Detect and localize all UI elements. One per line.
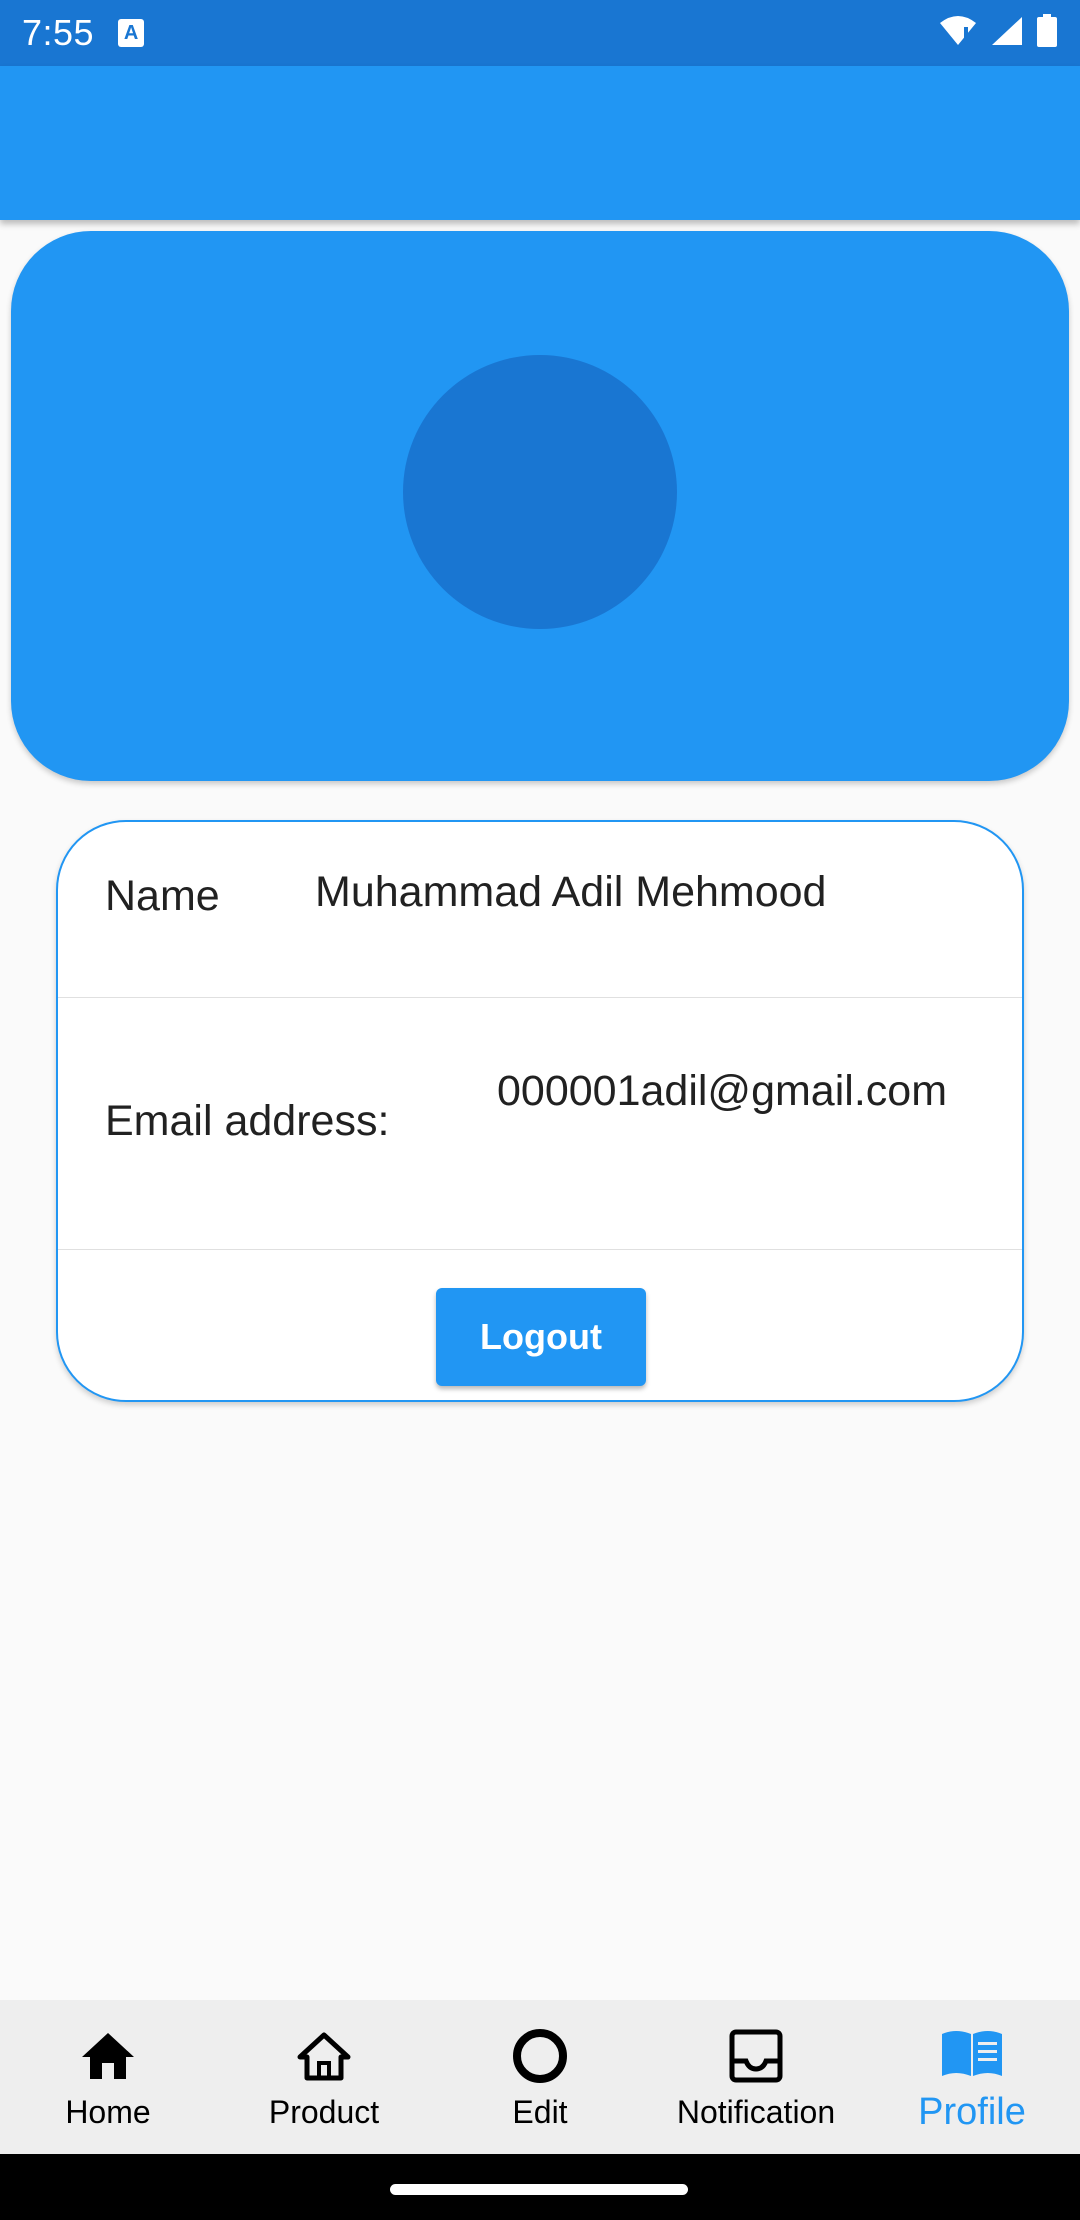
logout-button[interactable]: Logout (436, 1288, 646, 1386)
profile-header (11, 231, 1069, 781)
name-value: Muhammad Adil Mehmood (315, 868, 827, 916)
system-nav-bar (0, 2154, 1080, 2220)
notification-a-icon: A (118, 19, 145, 47)
circle-icon (508, 2024, 572, 2088)
wifi-icon (938, 15, 978, 52)
book-icon (940, 2021, 1004, 2085)
nav-item-profile[interactable]: Profile (864, 2000, 1080, 2154)
email-label: Email address: (105, 1097, 390, 1145)
battery-icon (1036, 13, 1058, 53)
email-row: Email address: 000001adil@gmail.com (58, 997, 1022, 1250)
nav-item-edit[interactable]: Edit (432, 2000, 648, 2154)
email-value: 000001adil@gmail.com (497, 1067, 948, 1115)
bottom-nav: Home Product Edit Notification Profile (0, 2000, 1080, 2154)
home-outline-icon (292, 2024, 356, 2088)
nav-label-product: Product (268, 2093, 380, 2130)
nav-label-notification: Notification (676, 2093, 836, 2130)
nav-label-profile: Profile (918, 2090, 1026, 2133)
status-time: 7:55 (22, 12, 95, 53)
home-filled-icon (76, 2024, 140, 2088)
profile-info-card: Name Muhammad Adil Mehmood Email address… (56, 820, 1024, 1402)
inbox-icon (724, 2024, 788, 2088)
nav-label-home: Home (65, 2093, 151, 2130)
nav-item-home[interactable]: Home (0, 2000, 216, 2154)
home-indicator[interactable] (390, 2184, 688, 2195)
avatar[interactable] (403, 355, 677, 629)
name-label: Name (105, 872, 220, 920)
status-bar: 7:55 A (0, 0, 1080, 66)
nav-label-edit: Edit (512, 2093, 568, 2130)
nav-item-product[interactable]: Product (216, 2000, 432, 2154)
nav-item-notification[interactable]: Notification (648, 2000, 864, 2154)
signal-icon (990, 15, 1024, 52)
app-bar (0, 66, 1080, 220)
name-row: Name Muhammad Adil Mehmood (58, 822, 1022, 998)
status-icons (938, 13, 1058, 53)
